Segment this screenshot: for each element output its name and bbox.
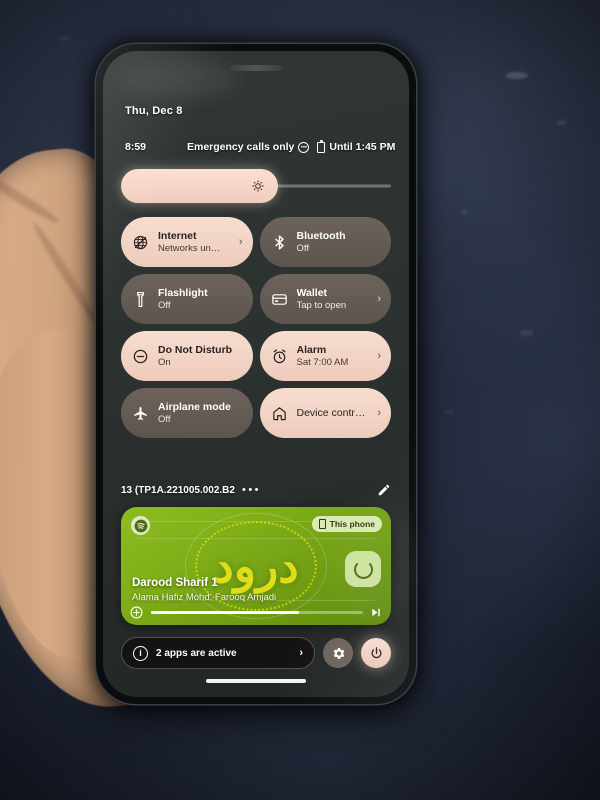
tile-subtitle: On — [158, 356, 171, 368]
tile-airplane-mode[interactable]: Airplane mode Off — [121, 388, 253, 438]
earpiece-speaker-icon — [230, 65, 282, 71]
do-not-disturb-icon — [298, 141, 310, 153]
quick-settings-panel: Thu, Dec 8 8:59 Emergency calls only Unt… — [103, 51, 409, 697]
play-pause-button[interactable] — [345, 551, 381, 587]
tile-bluetooth[interactable]: Bluetooth Off — [259, 217, 391, 267]
tile-internet[interactable]: Internet Networks un… › — [121, 217, 253, 267]
phone-screen: Thu, Dec 8 8:59 Emergency calls only Unt… — [103, 51, 409, 697]
active-apps-button[interactable]: i 2 apps are active › — [121, 637, 315, 669]
media-player[interactable]: درود This phone Darood Sharif 1 Alama Ha… — [121, 507, 391, 625]
loading-spinner-icon — [353, 559, 373, 579]
tile-title: Alarm — [296, 344, 327, 357]
output-device-chip[interactable]: This phone — [311, 516, 382, 532]
media-artist: Alama Hafiz Mohd. Farooq Amjadi — [132, 592, 277, 603]
tile-title: Internet — [158, 230, 197, 243]
tile-subtitle: Off — [296, 242, 310, 254]
power-button[interactable] — [361, 638, 391, 668]
phone-device: Thu, Dec 8 8:59 Emergency calls only Unt… — [96, 44, 416, 704]
power-icon — [370, 646, 382, 658]
overflow-dots[interactable]: ••• — [242, 484, 261, 496]
tile-subtitle: Off — [158, 299, 171, 311]
chevron-right-icon: › — [299, 647, 303, 659]
media-progress-fill — [151, 611, 300, 614]
do-not-disturb-icon — [132, 348, 149, 365]
media-progress-bar[interactable] — [151, 611, 363, 614]
tile-title: Airplane mode — [158, 401, 231, 414]
spotify-icon — [131, 516, 150, 535]
wallet-icon — [271, 291, 288, 308]
tile-title: Flashlight — [158, 287, 208, 300]
pencil-icon[interactable] — [377, 483, 391, 497]
gesture-nav-pill[interactable] — [206, 679, 306, 683]
brightness-slider[interactable] — [121, 169, 391, 203]
status-carrier: Emergency calls only — [187, 141, 295, 153]
chevron-right-icon[interactable]: › — [377, 350, 381, 362]
chevron-right-icon[interactable]: › — [377, 293, 381, 305]
artwork-calligraphy: درود — [213, 539, 304, 593]
tile-device-controls[interactable]: Device contr… › — [259, 388, 391, 438]
build-number: 13 (TP1A.221005.002.B2 — [121, 484, 235, 496]
battery-icon — [317, 140, 326, 153]
tile-subtitle: Networks un… — [158, 242, 221, 254]
home-icon — [271, 405, 288, 422]
brightness-fill — [121, 169, 278, 203]
flashlight-icon — [132, 291, 149, 308]
media-title: Darood Sharif 1 — [132, 577, 218, 589]
airplane-icon — [132, 405, 149, 422]
phone-icon — [318, 519, 326, 529]
info-icon: i — [133, 645, 148, 661]
tile-title: Bluetooth — [296, 230, 346, 243]
output-device-label: This phone — [329, 519, 375, 529]
bluetooth-icon — [271, 234, 288, 251]
status-date: Thu, Dec 8 — [125, 105, 183, 117]
settings-button[interactable] — [323, 638, 353, 668]
footer-bar: i 2 apps are active › — [121, 637, 391, 669]
add-to-library-icon[interactable] — [130, 606, 143, 619]
chevron-right-icon[interactable]: › — [239, 236, 243, 248]
tile-subtitle: Sat 7:00 AM — [296, 356, 349, 368]
status-bar: 8:59 Emergency calls only Until 1:45 PM — [125, 140, 395, 153]
status-clock: 8:59 — [125, 141, 147, 153]
alarm-icon — [271, 348, 288, 365]
build-info-row: 13 (TP1A.221005.002.B2 ••• — [121, 483, 391, 497]
tile-wallet[interactable]: Wallet Tap to open › — [259, 274, 391, 324]
tile-subtitle: Tap to open — [296, 299, 347, 311]
brightness-sun-icon — [251, 180, 264, 192]
tile-subtitle: Off — [158, 413, 171, 425]
chevron-right-icon[interactable]: › — [377, 407, 381, 419]
tile-alarm[interactable]: Alarm Sat 7:00 AM › — [259, 331, 391, 381]
tile-title: Do Not Disturb — [158, 344, 233, 357]
tile-do-not-disturb[interactable]: Do Not Disturb On — [121, 331, 253, 381]
quick-settings-tiles: Internet Networks un… › Bluetooth Off Flash… — [121, 217, 391, 438]
gear-icon — [333, 647, 344, 659]
internet-off-icon — [132, 234, 149, 251]
active-apps-label: 2 apps are active — [156, 647, 237, 659]
next-track-icon[interactable] — [370, 607, 382, 618]
tile-title: Wallet — [296, 287, 328, 300]
tile-flashlight[interactable]: Flashlight Off — [121, 274, 253, 324]
tile-title: Device contr… — [296, 406, 366, 419]
battery-estimate: Until 1:45 PM — [329, 141, 396, 153]
